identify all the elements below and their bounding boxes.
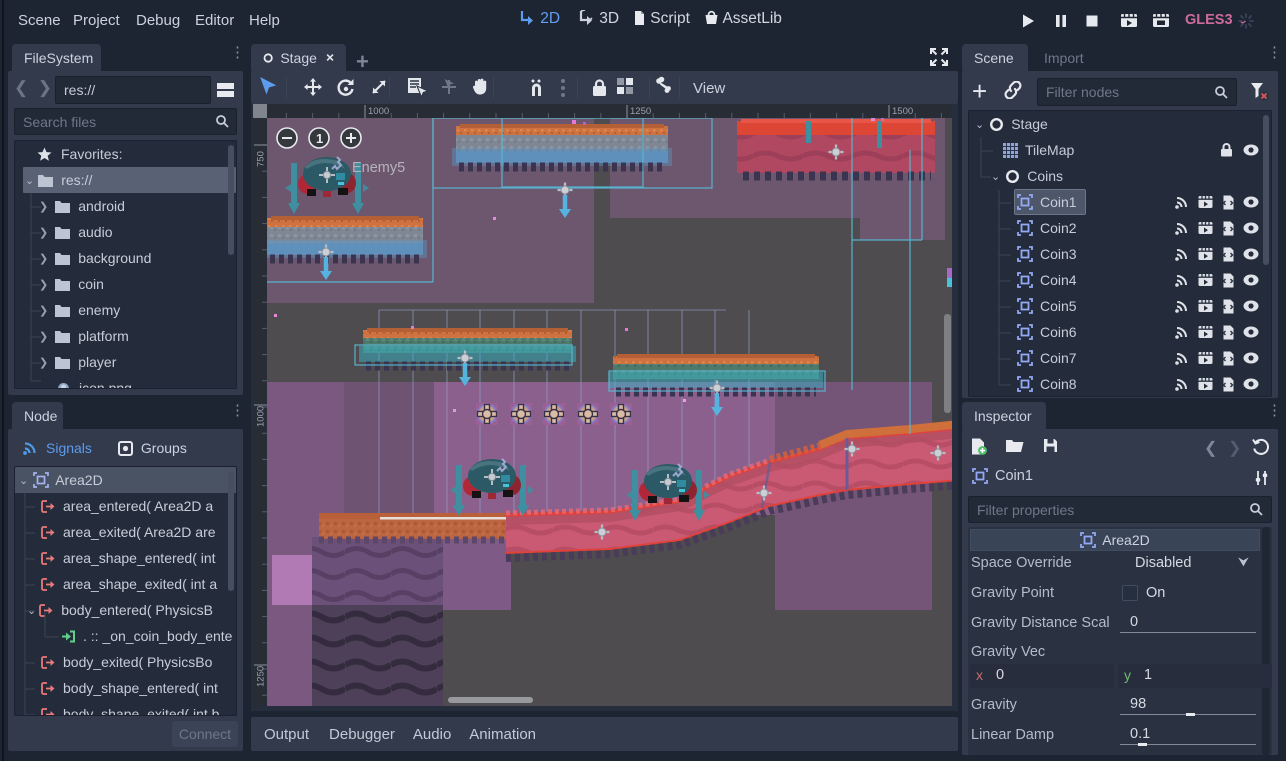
svg-text:1250: 1250 bbox=[256, 666, 267, 687]
svg-text:1000: 1000 bbox=[368, 106, 389, 117]
svg-text:View: View bbox=[693, 80, 725, 97]
svg-text:1: 1 bbox=[316, 131, 323, 146]
svg-text:1250: 1250 bbox=[630, 106, 651, 117]
svg-text:1500: 1500 bbox=[892, 106, 913, 117]
svg-text:Enemy5: Enemy5 bbox=[352, 160, 405, 176]
svg-text:750: 750 bbox=[256, 151, 267, 167]
svg-text:1000: 1000 bbox=[256, 406, 267, 427]
